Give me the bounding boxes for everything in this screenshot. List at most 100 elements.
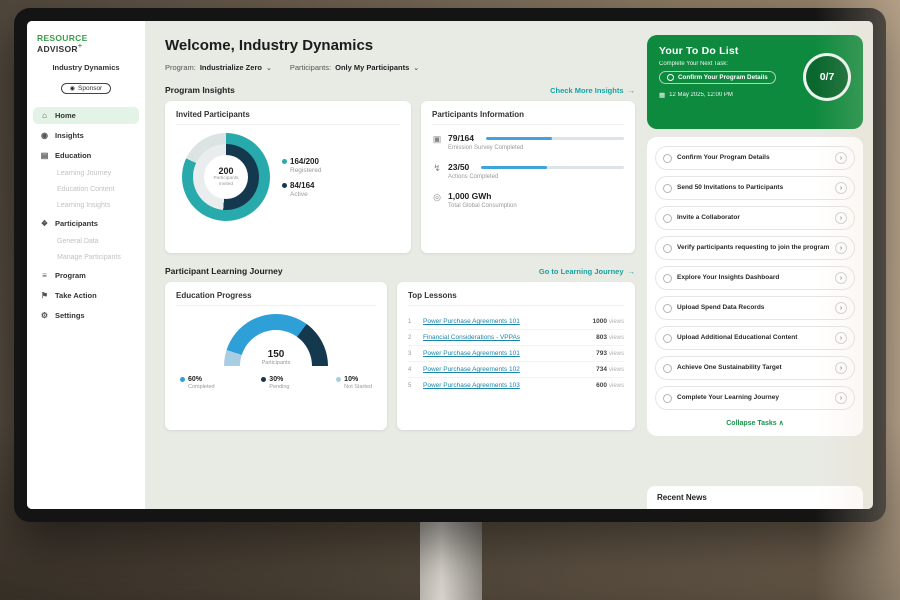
views-count: 793 — [596, 350, 607, 357]
todo-next-task[interactable]: Confirm Your Program Details — [659, 71, 776, 84]
progress-bar-fill — [481, 166, 547, 169]
chevron-right-icon[interactable]: › — [835, 272, 847, 284]
todo-tasks-card: Confirm Your Program Details › Send 50 I… — [647, 137, 863, 436]
chevron-right-icon[interactable]: › — [835, 392, 847, 404]
badge-wrap: ◉ Sponsor — [27, 77, 145, 95]
arrow-right-icon: → — [628, 86, 636, 95]
lesson-link[interactable]: Power Purchase Agreements 101 — [423, 350, 590, 357]
sidebar-item-label: Education — [55, 151, 91, 160]
todo-progress-value: 0/7 — [820, 71, 835, 83]
insights-icon: ◉ — [40, 131, 49, 140]
task-send-invitations[interactable]: Send 50 Invitations to Participants › — [655, 176, 855, 200]
stat-main: 79/164 Emission Survey Completed — [448, 133, 624, 151]
insights-cards-row: Invited Participants 200 Participants In… — [165, 101, 635, 253]
lesson-link[interactable]: Power Purchase Agreements 102 — [423, 366, 590, 373]
sidebar-item-learning-insights[interactable]: Learning Insights — [33, 199, 139, 212]
invited-participants-card: Invited Participants 200 Participants In… — [165, 101, 411, 253]
legend-value: 164/200 — [290, 157, 319, 166]
views-label: views — [609, 383, 624, 389]
donut-center-value: 200 — [218, 166, 233, 176]
task-explore-insights[interactable]: Explore Your Insights Dashboard › — [655, 266, 855, 290]
sidebar-item-learning-journey[interactable]: Learning Journey — [33, 167, 139, 180]
collapse-tasks-link[interactable]: Collapse Tasks ∧ — [655, 416, 855, 432]
views-count: 600 — [596, 382, 607, 389]
stat-value: 1,000 GWh — [448, 191, 491, 201]
legend-item-registered: 164/200 Registered — [282, 157, 321, 174]
lesson-link[interactable]: Power Purchase Agreements 103 — [423, 382, 590, 389]
task-label: Achieve One Sustainability Target — [677, 364, 830, 372]
section-title-learning-journey: Participant Learning Journey — [165, 266, 283, 276]
sidebar-item-general-data[interactable]: General Data — [33, 235, 139, 248]
participants-filter[interactable]: Participants: Only My Participants ⌄ — [290, 63, 419, 72]
stat-main: 23/50 Actions Completed — [448, 162, 624, 180]
checkbox-icon[interactable] — [663, 154, 672, 163]
views-label: views — [609, 351, 624, 357]
checkbox-icon[interactable] — [663, 184, 672, 193]
sidebar-item-program[interactable]: ≡ Program — [33, 267, 139, 284]
section-title-program-insights: Program Insights — [165, 85, 235, 95]
top-lessons-card: Top Lessons 1 Power Purchase Agreements … — [397, 282, 635, 430]
views-count: 1000 — [593, 318, 607, 325]
checkbox-icon[interactable] — [663, 244, 672, 253]
invited-body: 200 Participants Invited 164/200 Registe… — [176, 133, 400, 221]
link-label: Check More Insights — [550, 86, 623, 95]
task-achieve-sustainability-target[interactable]: Achieve One Sustainability Target › — [655, 356, 855, 380]
task-complete-learning-journey[interactable]: Complete Your Learning Journey › — [655, 386, 855, 410]
sidebar-item-label: Insights — [55, 131, 84, 140]
gauge-center-value: 150 — [224, 349, 328, 360]
go-to-learning-journey-link[interactable]: Go to Learning Journey → — [539, 267, 635, 276]
checkbox-icon[interactable] — [663, 334, 672, 343]
chevron-right-icon[interactable]: › — [835, 332, 847, 344]
legend-value: 84/164 — [290, 181, 314, 190]
todo-panel: Your To Do List Complete Your Next Task:… — [647, 21, 873, 509]
lesson-rank: 1 — [408, 319, 417, 325]
sidebar-item-home[interactable]: ⌂ Home — [33, 107, 139, 124]
sidebar-item-participants[interactable]: ❖ Participants — [33, 215, 139, 232]
todo-subtitle: Complete Your Next Task: — [659, 61, 851, 67]
dashboard: RESOURCE ADVISOR+ Industry Dynamics ◉ Sp… — [27, 21, 873, 509]
program-filter[interactable]: Program: Industrialize Zero ⌄ — [165, 63, 272, 72]
legend-item-active: 84/164 Active — [282, 181, 321, 198]
checkbox-icon[interactable] — [667, 74, 674, 81]
education-icon: ▤ — [40, 151, 49, 160]
chevron-right-icon[interactable]: › — [835, 242, 847, 254]
chevron-right-icon[interactable]: › — [835, 362, 847, 374]
sidebar-item-label: Take Action — [55, 291, 97, 300]
arrow-right-icon: → — [628, 267, 636, 276]
checkbox-icon[interactable] — [663, 394, 672, 403]
sponsor-badge[interactable]: ◉ Sponsor — [61, 83, 111, 94]
checkbox-icon[interactable] — [663, 214, 672, 223]
link-label: Go to Learning Journey — [539, 267, 624, 276]
checkbox-icon[interactable] — [663, 274, 672, 283]
chevron-right-icon[interactable]: › — [835, 302, 847, 314]
sidebar-item-settings[interactable]: ⚙ Settings — [33, 307, 139, 324]
teal-dot-icon — [282, 159, 287, 164]
task-upload-spend-data[interactable]: Upload Spend Data Records › — [655, 296, 855, 320]
sidebar-item-education[interactable]: ▤ Education — [33, 147, 139, 164]
check-more-insights-link[interactable]: Check More Insights → — [550, 86, 635, 95]
lesson-link[interactable]: Power Purchase Agreements 101 — [423, 318, 587, 325]
task-confirm-program-details[interactable]: Confirm Your Program Details › — [655, 146, 855, 170]
chevron-right-icon[interactable]: › — [835, 212, 847, 224]
sidebar-item-education-content[interactable]: Education Content — [33, 183, 139, 196]
task-invite-collaborator[interactable]: Invite a Collaborator › — [655, 206, 855, 230]
task-upload-educational-content[interactable]: Upload Additional Educational Content › — [655, 326, 855, 350]
task-label: Complete Your Learning Journey — [677, 394, 830, 402]
sidebar-item-manage-participants[interactable]: Manage Participants — [33, 251, 139, 264]
sidebar-item-insights[interactable]: ◉ Insights — [33, 127, 139, 144]
stat-value: 79/164 — [448, 133, 474, 143]
lesson-rank: 4 — [408, 367, 417, 373]
sponsor-label: Sponsor — [78, 85, 102, 92]
checkbox-icon[interactable] — [663, 304, 672, 313]
org-name: Industry Dynamics — [27, 63, 145, 72]
chevron-right-icon[interactable]: › — [835, 182, 847, 194]
task-verify-participants[interactable]: Verify participants requesting to join t… — [655, 236, 855, 260]
lesson-link[interactable]: Financial Considerations - VPPAs — [423, 334, 590, 341]
legend-item-completed: 60% Completed — [180, 376, 215, 390]
checkbox-icon[interactable] — [663, 364, 672, 373]
chevron-right-icon[interactable]: › — [835, 152, 847, 164]
sidebar-item-take-action[interactable]: ⚑ Take Action — [33, 287, 139, 304]
chevron-down-icon: ⌄ — [266, 64, 272, 72]
education-legend: 60% Completed 30% Pending 10% Not Starte… — [176, 376, 376, 390]
calendar-icon: ▦ — [659, 91, 665, 99]
